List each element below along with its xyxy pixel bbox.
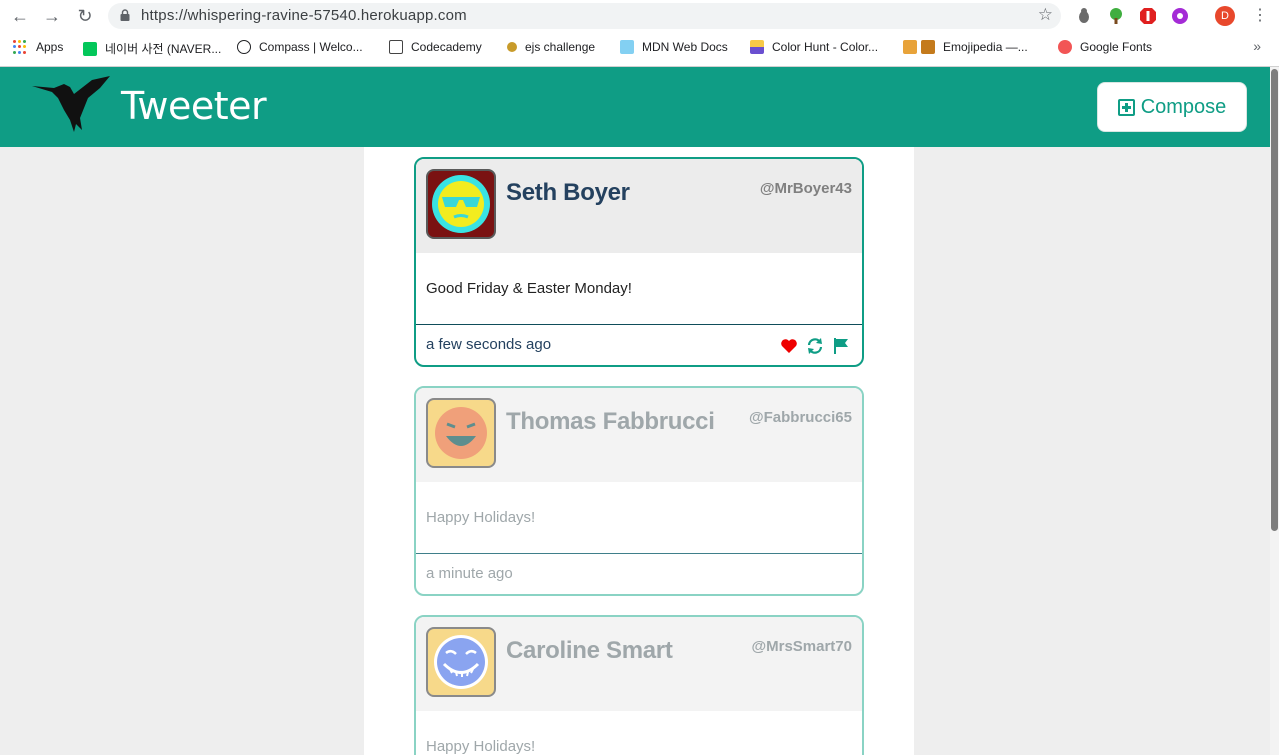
bookmark-codecademy[interactable]: Codecademy xyxy=(389,40,482,54)
profile-avatar[interactable]: D xyxy=(1215,6,1235,26)
tweet-card: Thomas Fabbrucci @Fabbrucci65 Happy Holi… xyxy=(414,386,864,596)
bookmark-compass[interactable]: Compass | Welco... xyxy=(237,40,363,54)
tweet-header: Caroline Smart @MrsSmart70 xyxy=(416,617,862,711)
lock-icon xyxy=(120,9,130,21)
author-handle: @Fabbrucci65 xyxy=(749,409,852,426)
sunglasses-face-icon xyxy=(426,169,496,239)
compass-icon xyxy=(237,40,251,54)
app-header: Tweeter Compose xyxy=(0,67,1270,147)
tweet-card: Seth Boyer @MrBoyer43 Good Friday & East… xyxy=(414,157,864,367)
scrollbar-thumb[interactable] xyxy=(1271,69,1278,531)
compose-label: Compose xyxy=(1140,95,1227,118)
adblock-extension-icon[interactable] xyxy=(1139,7,1157,25)
grinning-face-icon xyxy=(426,627,496,697)
bookmark-color-hunt[interactable]: Color Hunt - Color... xyxy=(750,40,878,54)
browser-menu-icon[interactable]: ⋮ xyxy=(1252,6,1268,26)
bookmarks-bar: Apps 네이버 사전 (NAVER... Compass | Welco...… xyxy=(0,36,1279,60)
tweet-header: Thomas Fabbrucci @Fabbrucci65 xyxy=(416,388,862,482)
google-fonts-icon xyxy=(1058,40,1072,54)
bookmark-ejs-challenge[interactable]: ejs challenge xyxy=(507,40,595,54)
html-tree-extension-icon[interactable] xyxy=(1107,7,1125,25)
compose-button[interactable]: Compose xyxy=(1097,82,1247,132)
address-bar[interactable]: https://whispering-ravine-57540.herokuap… xyxy=(108,3,1061,29)
naver-dict-icon xyxy=(83,41,97,56)
tweet-text: Happy Holidays! xyxy=(426,509,536,526)
tweet-card: Caroline Smart @MrsSmart70 Happy Holiday… xyxy=(414,615,864,755)
colorhunt-icon xyxy=(750,40,764,54)
tweet-body: Good Friday & Easter Monday! xyxy=(416,253,862,325)
tweet-feed: Seth Boyer @MrBoyer43 Good Friday & East… xyxy=(364,147,914,755)
author-handle: @MrsSmart70 xyxy=(751,638,852,655)
tweet-footer: a minute ago xyxy=(416,554,862,594)
bug-extension-icon[interactable] xyxy=(1075,7,1093,25)
retweet-icon[interactable] xyxy=(806,337,824,355)
bookmark-star-icon[interactable]: ☆ xyxy=(1038,5,1053,25)
bookmarks-overflow-icon[interactable]: » xyxy=(1253,38,1261,54)
back-icon[interactable]: ← xyxy=(10,6,30,26)
author-handle: @MrBoyer43 xyxy=(759,180,852,197)
forward-icon[interactable]: → xyxy=(42,6,62,26)
author-name: Caroline Smart xyxy=(506,637,673,664)
laughing-face-icon xyxy=(426,398,496,468)
app-title: Tweeter xyxy=(121,84,267,128)
flag-icon[interactable] xyxy=(832,337,850,355)
book-icon xyxy=(921,40,935,54)
tweet-header: Seth Boyer @MrBoyer43 xyxy=(416,159,862,253)
bookmark-emojipedia[interactable]: Emojipedia —... xyxy=(903,40,1028,54)
hummingbird-logo-icon xyxy=(32,76,110,132)
ejs-icon xyxy=(507,42,517,52)
bookmark-mdn[interactable]: MDN Web Docs xyxy=(620,40,728,54)
color-picker-extension-icon[interactable] xyxy=(1171,7,1189,25)
emojipedia-icon xyxy=(903,40,917,54)
author-name: Thomas Fabbrucci xyxy=(506,408,715,435)
author-name: Seth Boyer xyxy=(506,179,630,206)
reload-icon[interactable]: ↻ xyxy=(75,6,95,26)
page-scrollbar[interactable] xyxy=(1270,67,1279,755)
bookmark-google-fonts[interactable]: Google Fonts xyxy=(1058,40,1152,54)
bookmark-naver-dict[interactable]: 네이버 사전 (NAVER... xyxy=(83,40,221,57)
mdn-icon xyxy=(620,40,634,54)
heart-icon[interactable] xyxy=(780,337,798,355)
url-text: https://whispering-ravine-57540.herokuap… xyxy=(141,7,467,24)
tweet-footer: a few seconds ago xyxy=(416,325,862,365)
apps-grid-icon xyxy=(13,40,27,54)
tweet-actions xyxy=(780,337,850,355)
tweet-text: Good Friday & Easter Monday! xyxy=(426,280,632,297)
tweet-text: Happy Holidays! xyxy=(426,738,536,755)
browser-chrome: ← → ↻ https://whispering-ravine-57540.he… xyxy=(0,0,1279,67)
bookmark-apps[interactable]: Apps xyxy=(13,40,63,54)
tweet-body: Happy Holidays! xyxy=(416,482,862,554)
codecademy-icon xyxy=(389,40,403,54)
tweet-body: Happy Holidays! xyxy=(416,711,862,755)
tweet-timestamp: a few seconds ago xyxy=(426,336,552,353)
plus-square-icon xyxy=(1117,98,1135,116)
tweet-timestamp: a minute ago xyxy=(426,565,513,582)
